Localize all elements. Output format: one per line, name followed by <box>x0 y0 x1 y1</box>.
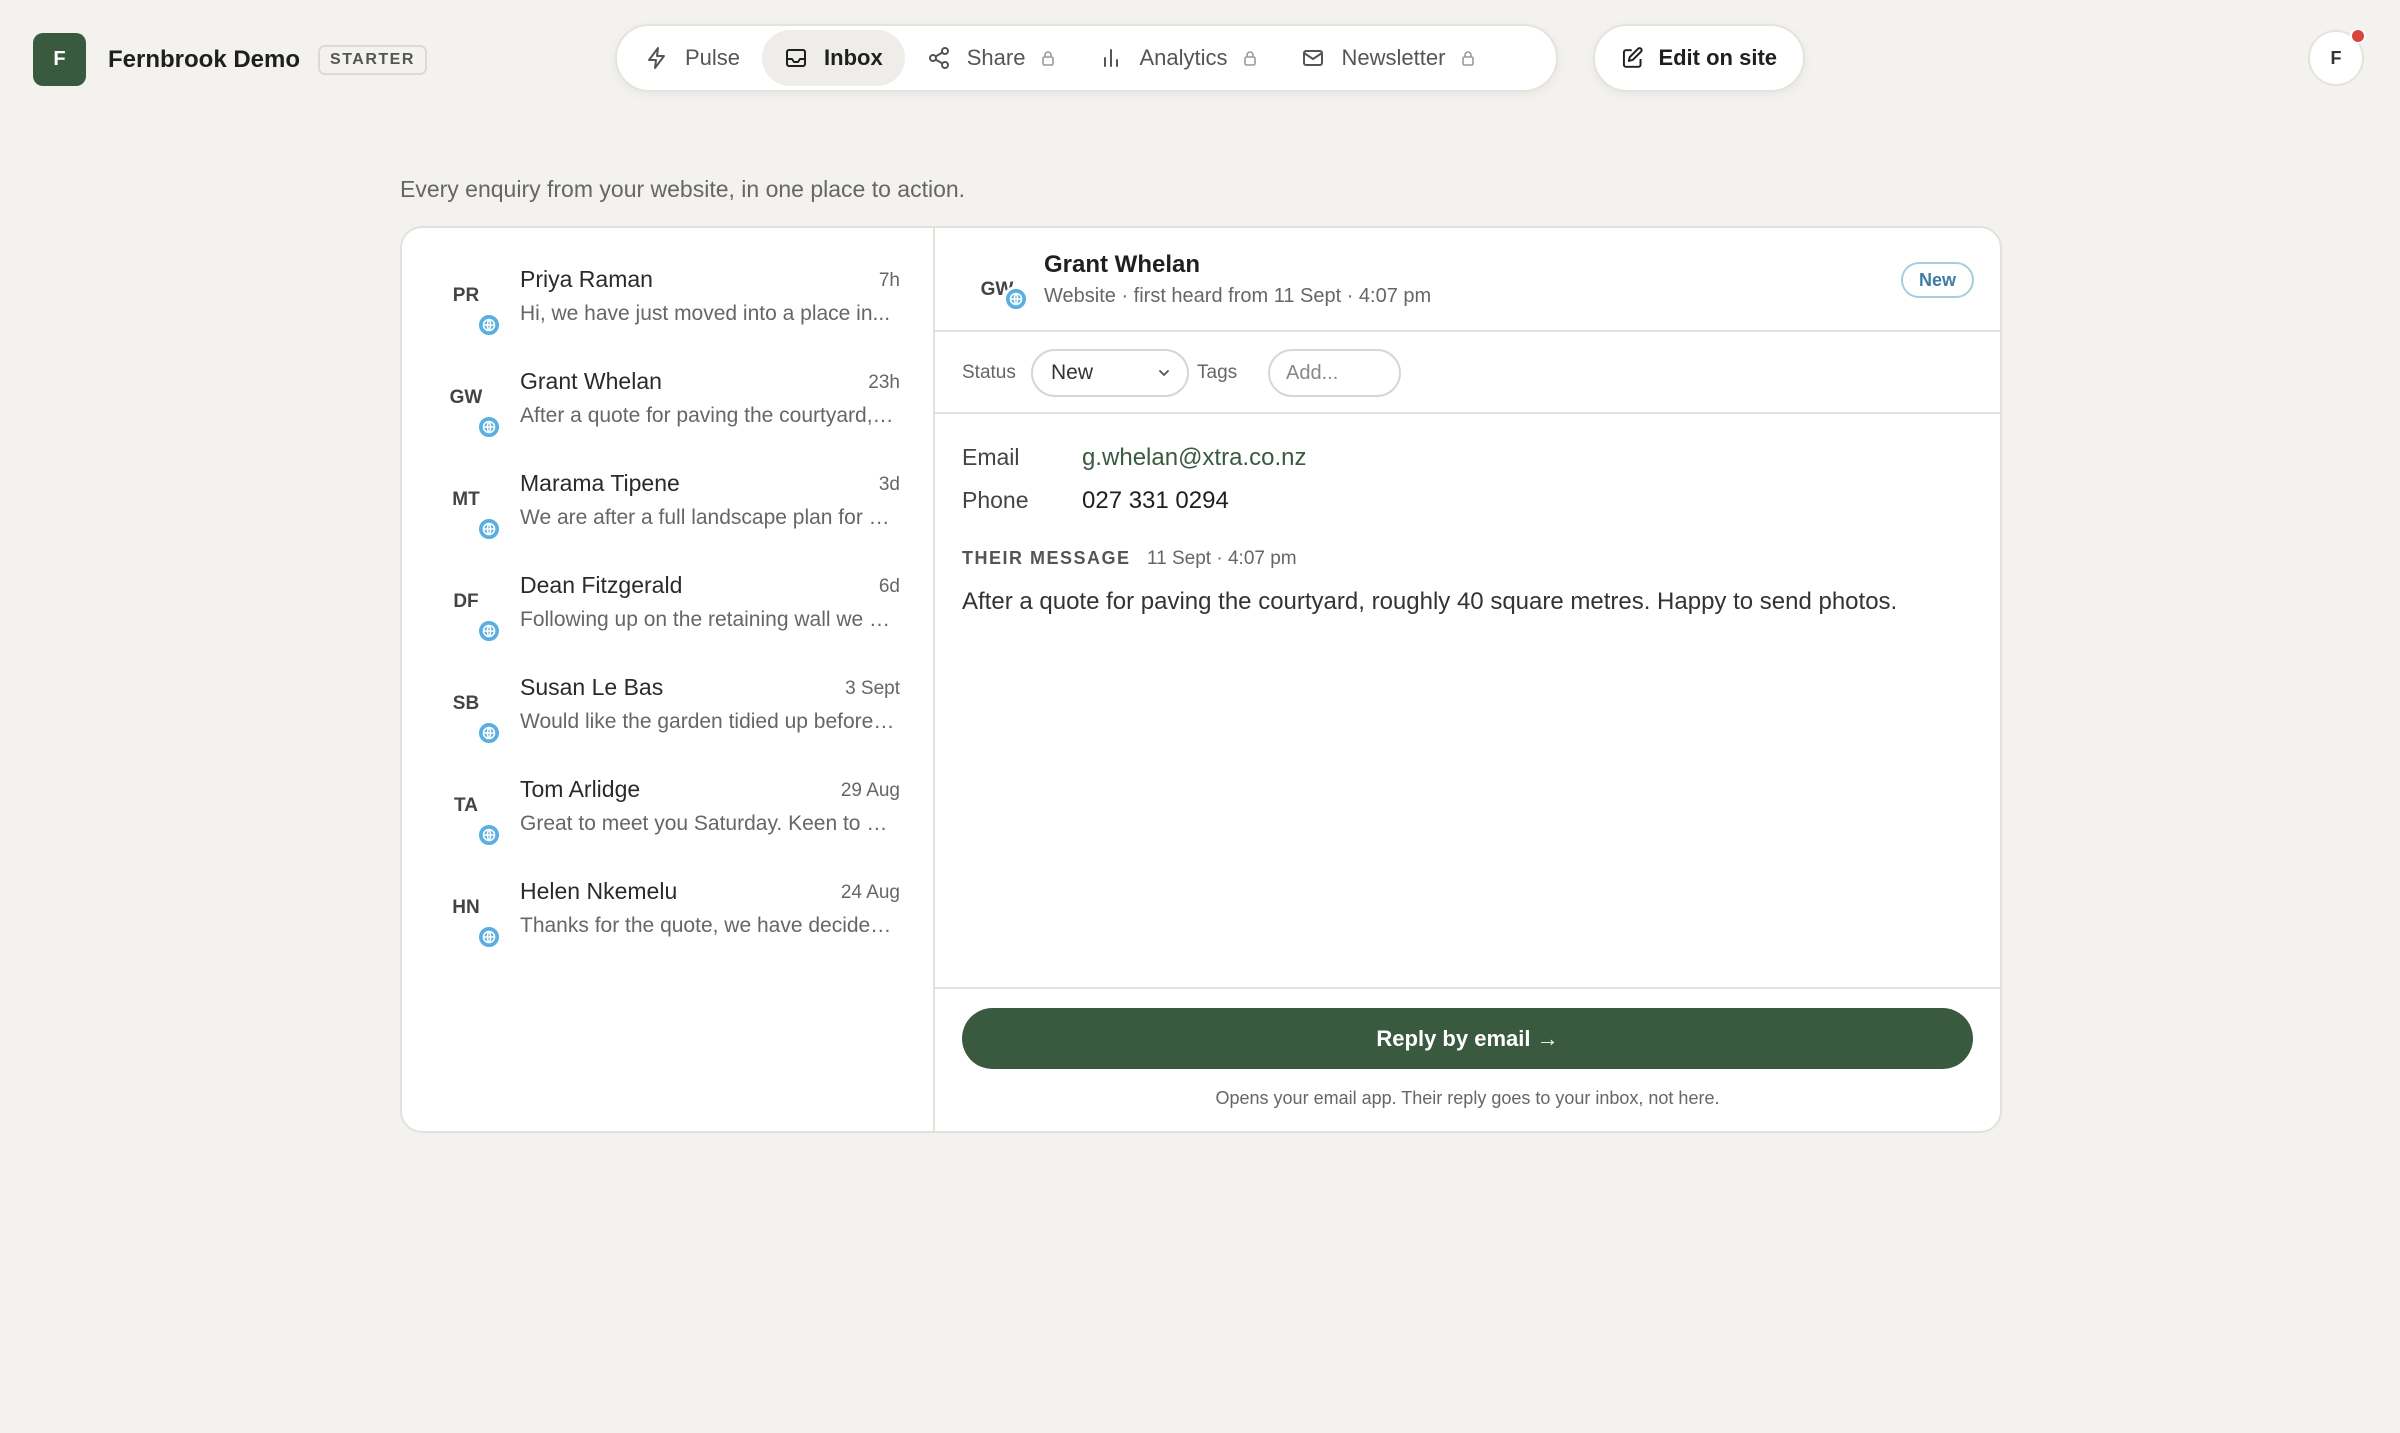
enquiry-list: PR Priya Raman 7h Hi, we have just moved… <box>402 228 935 1131</box>
nav-label: Pulse <box>685 45 741 70</box>
tags-label: Tags <box>1197 362 1238 383</box>
globe-icon <box>476 516 502 542</box>
detail-name: Grant Whelan <box>1044 251 1201 278</box>
plan-badge: STARTER <box>318 44 427 75</box>
enquiry-time: 3d <box>878 474 900 495</box>
status-label: Status <box>962 362 1016 383</box>
phone-value: 027 331 0294 <box>1082 487 1229 514</box>
globe-icon <box>1003 286 1029 312</box>
enquiry-time: 23h <box>868 372 900 393</box>
enquiry-preview: Thanks for the quote, we have decided to… <box>520 914 898 937</box>
email-link[interactable]: g.whelan@xtra.co.nz <box>1082 444 1306 472</box>
enquiry-preview: We are after a full landscape plan for o… <box>520 506 898 529</box>
enquiry-name: Helen Nkemelu <box>520 878 678 904</box>
enquiry-list-item[interactable]: MT Marama Tipene 3d We are after a full … <box>402 452 933 554</box>
enquiry-name: Marama Tipene <box>520 470 680 496</box>
nav-label: Analytics <box>1139 45 1228 70</box>
enquiry-time: 7h <box>878 270 900 291</box>
globe-icon <box>476 720 502 746</box>
brand-logo: F <box>33 33 86 86</box>
edit-icon <box>1622 47 1643 68</box>
enquiry-preview: Following up on the retaining wall we di… <box>520 608 898 631</box>
brand-name: Fernbrook Demo <box>108 45 301 73</box>
globe-icon <box>476 312 502 338</box>
enquiry-list-item[interactable]: TA Tom Arlidge 29 Aug Great to meet you … <box>402 758 933 860</box>
share-icon <box>928 47 949 69</box>
enquiry-detail: GW Grant Whelan Website · first heard fr… <box>935 228 2000 1131</box>
phone-label: Phone <box>962 487 1029 513</box>
message-text: After a quote for paving the courtyard, … <box>962 588 1898 615</box>
nav-item-analytics[interactable]: Analytics <box>1077 30 1279 86</box>
enquiry-time: 6d <box>878 576 900 597</box>
globe-icon <box>476 414 502 440</box>
enquiry-preview: After a quote for paving the courtyard, … <box>520 404 898 427</box>
reply-by-email-button[interactable]: Reply by email → <box>962 1008 1973 1069</box>
email-label: Email <box>962 444 1020 470</box>
nav-label: Newsletter <box>1341 45 1446 70</box>
enquiry-preview: Would like the garden tidied up before s… <box>520 710 898 733</box>
notification-dot <box>2350 28 2366 44</box>
globe-icon <box>476 618 502 644</box>
enquiry-list-item[interactable]: DF Dean Fitzgerald 6d Following up on th… <box>402 554 933 656</box>
edit-on-site-label: Edit on site <box>1658 45 1777 70</box>
enquiry-preview: Hi, we have just moved into a place in..… <box>520 302 891 325</box>
enquiry-name: Grant Whelan <box>520 368 662 394</box>
status-select-value: New <box>1051 361 1094 384</box>
nav-item-share[interactable]: Share <box>905 30 1078 86</box>
enquiry-time: 29 Aug <box>840 780 900 801</box>
mail-icon <box>1303 50 1324 66</box>
detail-toolbar: Status New Tags <box>935 332 2000 414</box>
enquiry-list-item[interactable]: HN Helen Nkemelu 24 Aug Thanks for the q… <box>402 860 933 962</box>
message-time: 11 Sept · 4:07 pm <box>1147 548 1297 569</box>
enquiry-list-item[interactable]: PR Priya Raman 7h Hi, we have just moved… <box>402 248 933 350</box>
status-badge: New <box>1900 262 1974 298</box>
edit-on-site-button[interactable]: Edit on site <box>1593 24 1805 92</box>
user-menu[interactable]: F <box>2308 28 2366 86</box>
nav-label: Share <box>966 45 1026 70</box>
globe-icon <box>476 924 502 950</box>
enquiry-preview: Great to meet you Saturday. Keen to get … <box>520 812 898 835</box>
enquiry-list-item[interactable]: SB Susan Le Bas 3 Sept Would like the ga… <box>402 656 933 758</box>
detail-footer: Reply by email → Opens your email app. T… <box>935 989 2000 1131</box>
chevron-down-icon <box>1159 370 1169 376</box>
enquiry-time: 3 Sept <box>845 678 900 699</box>
nav-label: Inbox <box>824 45 883 70</box>
brand[interactable]: F Fernbrook Demo STARTER <box>33 33 427 86</box>
main-nav: Pulse Inbox Share Analytics Newsletter <box>615 24 1558 92</box>
detail-body: Email g.whelan@xtra.co.nz Phone 027 331 … <box>935 414 2000 989</box>
enquiry-time: 24 Aug <box>840 882 900 903</box>
globe-icon <box>476 822 502 848</box>
inbox-card: PR Priya Raman 7h Hi, we have just moved… <box>400 226 2002 1133</box>
enquiry-name: Susan Le Bas <box>520 674 664 700</box>
detail-meta: Website · first heard from 11 Sept · 4:0… <box>1044 285 1432 307</box>
lock-icon <box>1042 51 1055 66</box>
enquiry-name: Tom Arlidge <box>520 776 641 802</box>
status-select[interactable]: New <box>1031 349 1189 397</box>
bar-chart-icon <box>1104 49 1119 67</box>
inbox-icon <box>786 49 807 67</box>
nav-item-newsletter[interactable]: Newsletter <box>1279 30 1497 86</box>
tags-input[interactable] <box>1268 349 1401 397</box>
detail-header: GW Grant Whelan Website · first heard fr… <box>935 228 2000 332</box>
enquiry-name: Dean Fitzgerald <box>520 572 683 598</box>
enquiry-list-item[interactable]: GW Grant Whelan 23h After a quote for pa… <box>402 350 933 452</box>
nav-item-pulse[interactable]: Pulse <box>623 30 762 86</box>
message-heading: THEIR MESSAGE <box>962 548 1131 568</box>
bolt-icon <box>648 47 665 69</box>
enquiry-name: Priya Raman <box>520 266 653 292</box>
lock-icon <box>1244 51 1257 66</box>
reply-hint: Opens your email app. Their reply goes t… <box>1215 1088 1720 1108</box>
lock-icon <box>1462 51 1475 66</box>
page-subtitle: Every enquiry from your website, in one … <box>400 176 966 202</box>
nav-item-inbox[interactable]: Inbox <box>762 30 905 86</box>
